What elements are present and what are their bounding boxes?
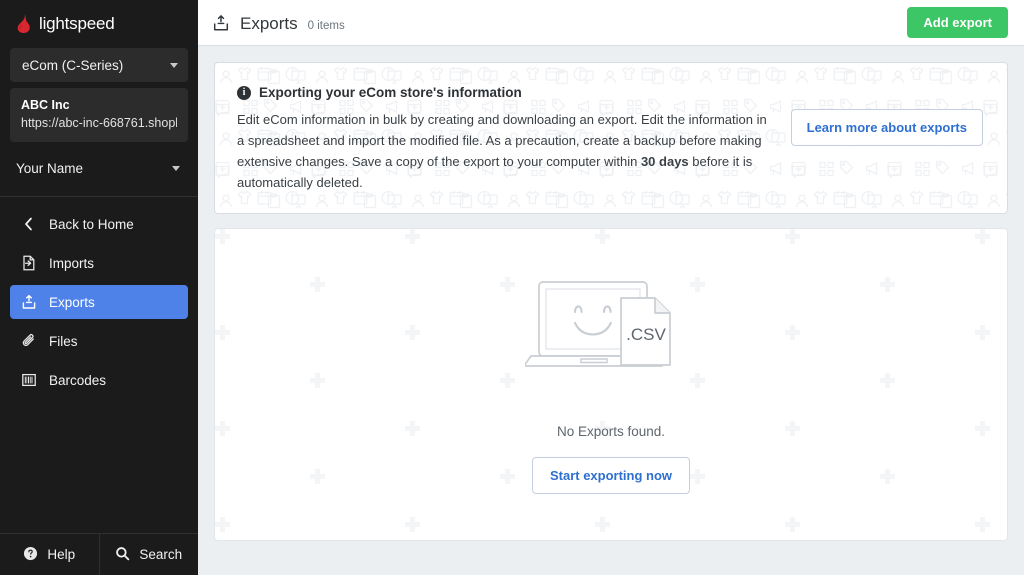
banner-body-bold: 30 days xyxy=(641,154,689,169)
brand-name: lightspeed xyxy=(39,15,115,32)
sidebar-item-imports[interactable]: Imports xyxy=(10,246,188,280)
search-label: Search xyxy=(139,547,182,562)
export-tray-icon xyxy=(20,294,37,311)
store-selector[interactable]: eCom (C-Series) xyxy=(10,48,188,82)
start-exporting-button[interactable]: Start exporting now xyxy=(532,457,690,494)
learn-more-button[interactable]: Learn more about exports xyxy=(791,109,983,146)
sidebar-item-label: Imports xyxy=(49,256,94,271)
sidebar-item-files[interactable]: Files xyxy=(10,324,188,358)
chevron-down-icon xyxy=(170,63,178,68)
sidebar-item-label: Files xyxy=(49,334,78,349)
info-circle-icon: i xyxy=(237,86,251,100)
sidebar-bottom-bar: Help Search xyxy=(0,533,198,575)
search-icon xyxy=(115,546,130,564)
sidebar-item-label: Barcodes xyxy=(49,373,106,388)
empty-state: .CSV No Exports found. Start exporting n… xyxy=(215,229,1007,540)
info-banner: i Exporting your eCom store's informatio… xyxy=(214,62,1008,214)
item-count: 0 items xyxy=(308,20,345,32)
question-circle-icon xyxy=(23,546,38,564)
sidebar-item-exports[interactable]: Exports xyxy=(10,285,188,319)
user-menu[interactable]: Your Name xyxy=(10,152,188,184)
page-content: i Exporting your eCom store's informatio… xyxy=(198,46,1024,575)
search-button[interactable]: Search xyxy=(99,534,199,575)
sidebar: lightspeed eCom (C-Series) ABC Inc https… xyxy=(0,0,198,575)
sidebar-item-label: Exports xyxy=(49,295,95,310)
banner-text-group: i Exporting your eCom store's informatio… xyxy=(237,85,791,193)
banner-title: Exporting your eCom store's information xyxy=(259,85,522,100)
help-button[interactable]: Help xyxy=(0,534,99,575)
laptop-smiley-csv-illustration: .CSV xyxy=(525,276,697,380)
page-title-group: Exports 0 items xyxy=(212,11,907,34)
user-menu-label: Your Name xyxy=(16,161,172,176)
chevron-left-icon xyxy=(20,216,37,233)
exports-list-panel: .CSV No Exports found. Start exporting n… xyxy=(214,228,1008,541)
store-url: https://abc-inc-668761.shopli... xyxy=(21,114,177,132)
brand-logo[interactable]: lightspeed xyxy=(0,0,198,46)
empty-state-message: No Exports found. xyxy=(557,424,665,439)
app-root: lightspeed eCom (C-Series) ABC Inc https… xyxy=(0,0,1024,575)
banner-title-row: i Exporting your eCom store's informatio… xyxy=(237,85,775,100)
paperclip-icon xyxy=(20,333,37,350)
export-tray-icon xyxy=(212,14,230,32)
sidebar-item-back-to-home[interactable]: Back to Home xyxy=(10,207,188,241)
store-name: ABC Inc xyxy=(21,96,177,114)
add-export-button[interactable]: Add export xyxy=(907,7,1008,38)
csv-label: .CSV xyxy=(626,325,666,344)
store-info-block[interactable]: ABC Inc https://abc-inc-668761.shopli... xyxy=(10,88,188,142)
sidebar-item-label: Back to Home xyxy=(49,217,134,232)
flame-icon xyxy=(15,13,32,33)
page-header: Exports 0 items Add export xyxy=(198,0,1024,46)
page-title: Exports xyxy=(240,14,298,34)
barcode-icon xyxy=(20,372,37,389)
main-area: Exports 0 items Add export xyxy=(198,0,1024,575)
chevron-down-icon xyxy=(172,166,180,171)
store-selector-label: eCom (C-Series) xyxy=(22,58,170,73)
help-label: Help xyxy=(47,547,75,562)
sidebar-item-barcodes[interactable]: Barcodes xyxy=(10,363,188,397)
import-document-icon xyxy=(20,255,37,272)
sidebar-nav: Back to Home Imports xyxy=(0,197,198,533)
banner-body: Edit eCom information in bulk by creatin… xyxy=(237,109,775,193)
